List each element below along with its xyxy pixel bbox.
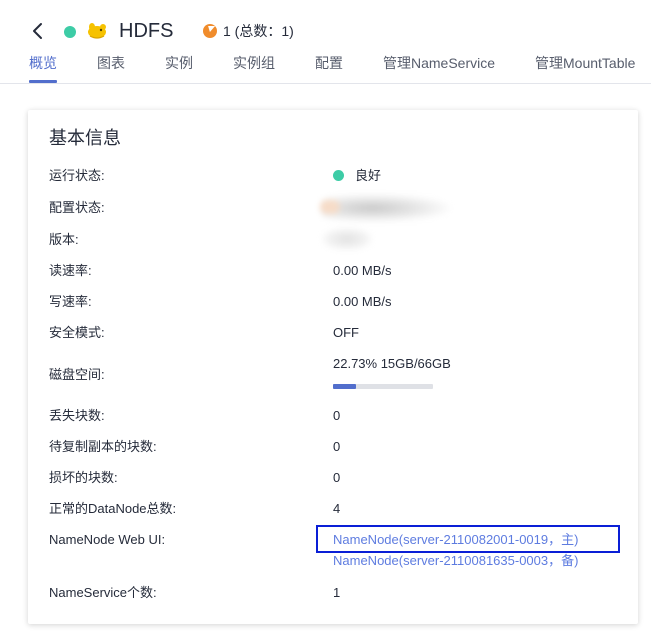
pending-replication-label: 待复制副本的块数: [49,439,157,454]
chevron-left-icon[interactable] [28,21,48,41]
page-title: HDFS [119,20,174,42]
alarm-count[interactable]: 1 (总数：1) [223,23,294,39]
active-tab-indicator [29,80,57,83]
read-rate-label: 读速率: [49,263,92,278]
nameservice-count-value: 1 [333,585,341,600]
status-dot-icon [64,26,76,38]
safe-mode-label: 安全模式: [49,325,105,340]
pending-replication-value: 0 [333,439,341,454]
read-rate-value: 0.00 MB/s [333,263,392,278]
disk-usage-progress-fill [333,384,356,389]
version-label: 版本: [49,232,79,247]
tab-configuration[interactable]: 配置 [315,55,343,71]
run-status-label: 运行状态: [49,168,105,183]
config-status-label: 配置状态: [49,200,105,215]
namenode-active-link[interactable]: NameNode(server-2110082001-0019，主) [333,532,578,548]
card-title: 基本信息 [49,128,121,148]
write-rate-value: 0.00 MB/s [333,294,392,309]
tab-manage-nameservice[interactable]: 管理NameService [383,55,495,71]
normal-datanodes-label: 正常的DataNode总数: [49,501,177,516]
namenode-webui-label: NameNode Web UI: [49,532,166,547]
write-rate-label: 写速率: [49,294,92,309]
corrupt-blocks-label: 损坏的块数: [49,470,118,485]
run-status-value: 良好 [355,168,382,183]
tab-charts[interactable]: 图表 [97,55,125,71]
disk-usage-progress-bar [333,384,433,389]
safe-mode-value: OFF [333,325,359,340]
tab-overview[interactable]: 概览 [29,55,57,71]
tab-instances[interactable]: 实例 [165,55,193,71]
version-value-redacted [322,228,372,250]
tab-instance-groups[interactable]: 实例组 [233,55,275,71]
disk-space-label: 磁盘空间: [49,367,105,382]
tab-manage-mounttable[interactable]: 管理MountTable [535,55,635,71]
disk-space-value: 22.73% 15GB/66GB [333,356,451,371]
config-status-value-redacted [320,194,450,222]
hdfs-logo-icon [88,23,106,39]
page-header: HDFS 1 (总数：1) [0,0,651,48]
normal-datanodes-value: 4 [333,501,341,516]
alarm-icon[interactable] [203,24,217,38]
namenode-standby-link[interactable]: NameNode(server-2110081635-0003，备) [333,553,578,569]
tab-bar: 概览 图表 实例 实例组 配置 管理NameService 管理MountTab… [0,48,651,84]
healthy-status-icon [333,170,344,181]
lost-blocks-value: 0 [333,408,341,423]
nameservice-count-label: NameService个数: [49,585,157,600]
corrupt-blocks-value: 0 [333,470,341,485]
lost-blocks-label: 丢失块数: [49,408,105,423]
